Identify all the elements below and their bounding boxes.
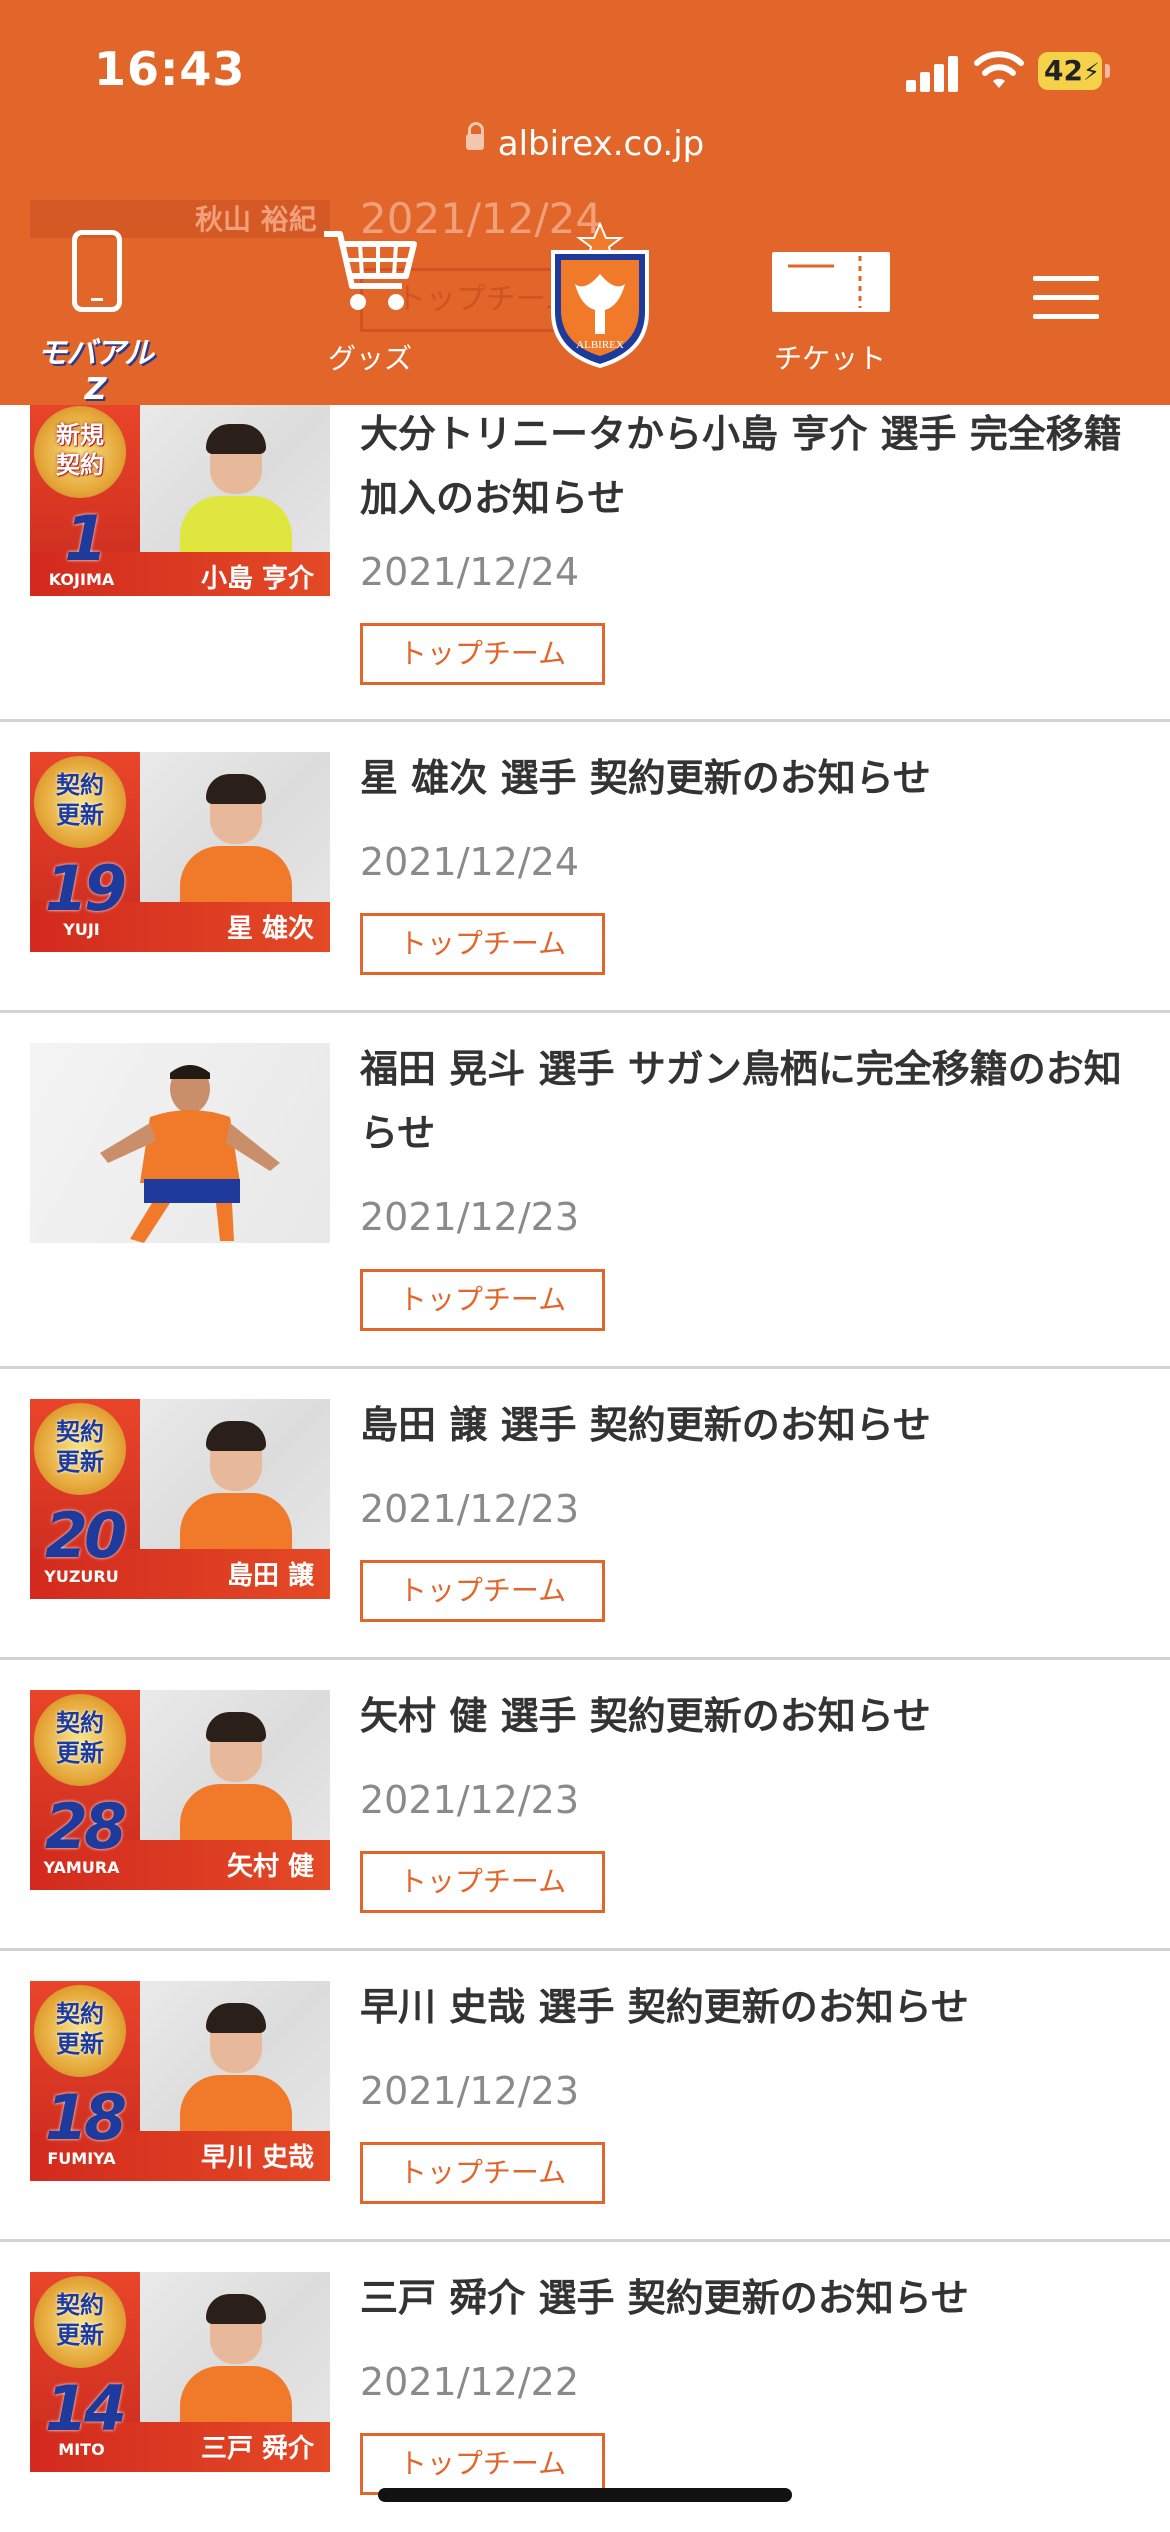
news-thumbnail: 契約更新 20 YUZURU 島田 譲 (30, 1399, 330, 1599)
category-tag[interactable]: トップチーム (360, 1269, 605, 1331)
contract-renewal-badge: 契約更新 (34, 1403, 126, 1495)
news-thumbnail (30, 1043, 330, 1243)
url-text: albirex.co.jp (497, 124, 705, 164)
club-emblem[interactable]: ALBIREX (545, 222, 655, 368)
svg-text:ALBIREX: ALBIREX (576, 339, 624, 351)
category-tag[interactable]: トップチーム (360, 2433, 605, 2495)
player-name: 島田 譲 (226, 1561, 314, 1591)
battery-icon: 42⚡ (1038, 52, 1110, 90)
new-contract-badge: 新規契約 (34, 406, 126, 498)
news-item[interactable]: 契約更新 18 FUMIYA 早川 史哉 早川 史哉 選手 契約更新のお知らせ … (0, 1951, 1170, 2242)
player-roman-name: YUJI (63, 920, 100, 939)
news-date: 2021/12/24 (360, 840, 580, 884)
contract-renewal-badge: 契約更新 (34, 1985, 126, 2077)
home-indicator[interactable] (378, 2488, 792, 2502)
news-thumbnail: 契約更新 28 YAMURA 矢村 健 (30, 1690, 330, 1890)
news-item[interactable]: 新規契約 1 KOJIMA 小島 亨介 大分トリニータから小島 亨介 選手 完全… (0, 402, 1170, 722)
player-name: 三戸 舜介 (200, 2434, 314, 2464)
player-number: 1 (64, 502, 107, 575)
contract-renewal-badge: 契約更新 (34, 756, 126, 848)
news-thumbnail: 契約更新 14 MITO 三戸 舜介 (30, 2272, 330, 2472)
news-date: 2021/12/23 (360, 1195, 580, 1239)
contract-renewal-badge: 契約更新 (34, 1694, 126, 1786)
category-tag[interactable]: トップチーム (360, 1560, 605, 1622)
status-bar: 16:43 42⚡ albirex.co.jp (0, 0, 1170, 200)
news-title[interactable]: 矢村 健 選手 契約更新のお知らせ (360, 1684, 1140, 1748)
cellular-signal-icon (906, 52, 958, 92)
news-item[interactable]: 契約更新 28 YAMURA 矢村 健 矢村 健 選手 契約更新のお知らせ 20… (0, 1660, 1170, 1951)
nav-ticket[interactable]: チケット (760, 200, 900, 402)
player-roman-name: YUZURU (44, 1567, 119, 1586)
category-tag[interactable]: トップチーム (360, 913, 605, 975)
battery-level: 42 (1044, 54, 1083, 87)
news-date: 2021/12/22 (360, 2360, 580, 2404)
news-item[interactable]: 契約更新 20 YUZURU 島田 譲 島田 譲 選手 契約更新のお知らせ 20… (0, 1369, 1170, 1660)
news-item[interactable]: 契約更新 19 YUJI 星 雄次 星 雄次 選手 契約更新のお知らせ 2021… (0, 722, 1170, 1013)
player-number: 19 (44, 852, 127, 925)
news-title[interactable]: 島田 譲 選手 契約更新のお知らせ (360, 1393, 1140, 1457)
news-date: 2021/12/23 (360, 1487, 580, 1531)
nav-mobile-site[interactable]: モバアルZ (30, 200, 170, 407)
news-date: 2021/12/23 (360, 2069, 580, 2113)
news-title[interactable]: 福田 晃斗 選手 サガン鳥栖に完全移籍のお知らせ (360, 1037, 1140, 1165)
nav-goods[interactable]: グッズ (300, 200, 440, 402)
category-tag[interactable]: トップチーム (360, 623, 605, 685)
player-roman-name: MITO (58, 2440, 105, 2459)
news-thumbnail: 新規契約 1 KOJIMA 小島 亨介 (30, 402, 330, 596)
player-number: 20 (44, 1499, 127, 1572)
news-title[interactable]: 早川 史哉 選手 契約更新のお知らせ (360, 1975, 1140, 2039)
news-title[interactable]: 星 雄次 選手 契約更新のお知らせ (360, 746, 1140, 810)
player-photo (100, 1065, 280, 1243)
news-thumbnail: 契約更新 19 YUJI 星 雄次 (30, 752, 330, 952)
wifi-icon (974, 51, 1024, 88)
nav-goods-label: グッズ (327, 342, 412, 375)
news-item[interactable]: 福田 晃斗 選手 サガン鳥栖に完全移籍のお知らせ 2021/12/23 トップチ… (0, 1013, 1170, 1369)
player-roman-name: KOJIMA (48, 570, 115, 589)
player-number: 18 (44, 2081, 127, 2154)
player-number: 14 (44, 2372, 127, 2445)
player-name: 矢村 健 (226, 1852, 314, 1882)
category-tag[interactable]: トップチーム (360, 2142, 605, 2204)
player-name: 小島 亨介 (200, 564, 314, 594)
news-date: 2021/12/23 (360, 1778, 580, 1822)
site-nav: モバアルZ グッズ ALBIREX チケット (0, 200, 1170, 407)
player-number: 28 (44, 1790, 127, 1863)
smartphone-icon (72, 230, 122, 312)
address-bar[interactable]: albirex.co.jp (0, 121, 1170, 164)
news-date: 2021/12/24 (360, 550, 580, 594)
news-thumbnail: 契約更新 18 FUMIYA 早川 史哉 (30, 1981, 330, 2181)
status-time: 16:43 (94, 42, 246, 96)
player-name: 星 雄次 (226, 914, 314, 944)
shopping-cart-icon (324, 231, 417, 310)
news-title[interactable]: 三戸 舜介 選手 契約更新のお知らせ (360, 2266, 1140, 2330)
ticket-icon (772, 252, 890, 312)
category-tag[interactable]: トップチーム (360, 1851, 605, 1913)
player-roman-name: YAMURA (43, 1858, 120, 1877)
nav-ticket-label: チケット (773, 342, 886, 375)
news-title[interactable]: 大分トリニータから小島 亨介 選手 完全移籍加入のお知らせ (360, 402, 1140, 530)
contract-renewal-badge: 契約更新 (34, 2276, 126, 2368)
menu-icon[interactable] (1033, 276, 1099, 320)
mobile-site-logo: モバアルZ (37, 336, 154, 407)
lock-icon (465, 121, 484, 150)
player-roman-name: FUMIYA (47, 2149, 116, 2168)
player-name: 早川 史哉 (200, 2143, 314, 2173)
